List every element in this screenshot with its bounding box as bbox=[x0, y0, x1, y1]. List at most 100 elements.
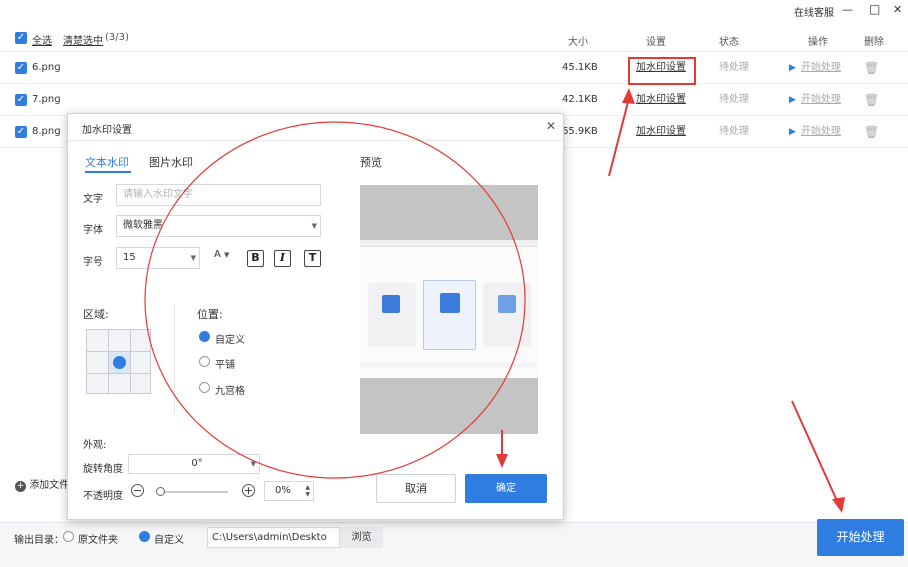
watermark-text-input[interactable]: 请输入水印文字 bbox=[116, 184, 321, 206]
position-grid-radio[interactable] bbox=[199, 382, 210, 393]
column-settings: 设置 bbox=[646, 37, 666, 48]
rotation-select[interactable]: 0° ▼ bbox=[128, 454, 260, 474]
file-name: 8.png bbox=[32, 126, 61, 137]
start-row-link[interactable]: 开始处理 bbox=[801, 84, 841, 116]
opacity-slider-track[interactable] bbox=[156, 491, 228, 493]
pdf-icon bbox=[498, 295, 516, 313]
output-path-field[interactable]: C:\Users\admin\Deskto bbox=[207, 527, 340, 548]
annotation-arrow-line bbox=[791, 400, 839, 504]
trash-icon[interactable]: 🗑 bbox=[864, 84, 879, 116]
row-checkbox[interactable]: ✓ bbox=[15, 126, 27, 138]
region-label: 区域: bbox=[83, 308, 109, 321]
chevron-down-icon: ▼ bbox=[250, 460, 256, 468]
watermark-settings-link[interactable]: 加水印设置 bbox=[636, 116, 686, 148]
watermark-dialog: 加水印设置 ✕ 文本水印 图片水印 文字 请输入水印文字 字体 微软雅黑 ▼ 字… bbox=[67, 113, 564, 520]
italic-button[interactable]: I bbox=[274, 250, 291, 267]
file-name: 7.png bbox=[32, 94, 61, 105]
pdf-icon bbox=[440, 293, 460, 313]
text-style-button[interactable]: T bbox=[304, 250, 321, 267]
table-row: ✓ 6.png 45.1KB 加水印设置 待处理 ▶ 开始处理 🗑 bbox=[0, 52, 908, 84]
position-tile-radio[interactable] bbox=[199, 356, 210, 367]
play-icon[interactable]: ▶ bbox=[789, 84, 796, 116]
online-service-link[interactable]: 在线客服 bbox=[794, 4, 834, 19]
output-dir-label: 输出目录： bbox=[14, 535, 64, 546]
appearance-label: 外观: bbox=[83, 440, 107, 451]
column-delete: 删除 bbox=[864, 37, 884, 48]
watermark-settings-link[interactable]: 加水印设置 bbox=[636, 84, 686, 116]
vertical-divider bbox=[174, 304, 175, 414]
size-label: 字号 bbox=[83, 257, 103, 268]
preview-window-bar bbox=[360, 240, 538, 247]
dialog-titlebar: 加水印设置 ✕ bbox=[68, 114, 563, 141]
font-color-picker[interactable]: A ▼ bbox=[214, 249, 229, 260]
add-file-button[interactable]: + 添加文件 bbox=[15, 476, 69, 492]
text-label: 文字 bbox=[83, 194, 103, 205]
opacity-value: 0% bbox=[275, 485, 291, 496]
font-size-select[interactable]: 15 ▼ bbox=[116, 247, 200, 269]
font-value: 微软雅黑 bbox=[123, 220, 163, 231]
close-button[interactable]: ✕ bbox=[893, 3, 902, 16]
minimize-button[interactable]: — bbox=[842, 3, 853, 16]
region-grid[interactable] bbox=[86, 329, 151, 394]
trash-icon[interactable]: 🗑 bbox=[864, 52, 879, 84]
titlebar: 在线客服 — □ ✕ bbox=[0, 0, 908, 22]
dialog-title: 加水印设置 bbox=[82, 125, 132, 136]
status-text: 待处理 bbox=[719, 62, 749, 73]
annotation-arrowhead bbox=[832, 497, 845, 513]
font-color-glyph: A bbox=[214, 249, 221, 260]
selected-count: (3/3) bbox=[105, 32, 129, 43]
column-size: 大小 bbox=[568, 37, 588, 48]
custom-folder-radio[interactable] bbox=[139, 531, 150, 542]
select-all-checkbox[interactable]: ✓ bbox=[15, 32, 27, 44]
rotation-value: 0° bbox=[191, 458, 203, 469]
tab-active-underline bbox=[85, 171, 131, 173]
maximize-button[interactable]: □ bbox=[869, 2, 880, 16]
clear-selected-link[interactable]: 清楚选中 bbox=[63, 32, 103, 47]
region-marker[interactable] bbox=[113, 356, 126, 369]
list-header: ✓ 全选 清楚选中 (3/3) bbox=[0, 24, 908, 52]
dialog-close-icon[interactable]: ✕ bbox=[546, 119, 556, 133]
source-folder-label: 原文件夹 bbox=[78, 535, 118, 546]
position-custom-radio[interactable] bbox=[199, 331, 210, 342]
opacity-slider-handle[interactable] bbox=[156, 487, 165, 496]
bold-button[interactable]: B bbox=[247, 250, 264, 267]
play-icon[interactable]: ▶ bbox=[789, 52, 796, 84]
grid-line bbox=[87, 373, 150, 374]
start-row-link[interactable]: 开始处理 bbox=[801, 116, 841, 148]
position-custom-label: 自定义 bbox=[215, 335, 245, 346]
tab-text-watermark[interactable]: 文本水印 bbox=[85, 154, 129, 170]
chevron-down-icon: ▼ bbox=[224, 251, 230, 259]
preview-image bbox=[360, 240, 538, 378]
start-processing-button[interactable]: 开始处理 bbox=[817, 519, 904, 556]
position-label: 位置: bbox=[197, 308, 223, 321]
browse-button[interactable]: 浏览 bbox=[340, 527, 383, 548]
tab-image-watermark[interactable]: 图片水印 bbox=[149, 154, 193, 170]
play-icon[interactable]: ▶ bbox=[789, 116, 796, 148]
opacity-decrease-button[interactable]: − bbox=[131, 484, 144, 497]
column-status: 状态 bbox=[719, 37, 739, 48]
status-text: 待处理 bbox=[719, 126, 749, 137]
confirm-button[interactable]: 确定 bbox=[465, 474, 547, 503]
chevron-down-icon: ▼ bbox=[311, 222, 317, 230]
status-text: 待处理 bbox=[719, 94, 749, 105]
font-select[interactable]: 微软雅黑 ▼ bbox=[116, 215, 321, 237]
trash-icon[interactable]: 🗑 bbox=[864, 116, 879, 148]
opacity-increase-button[interactable]: + bbox=[242, 484, 255, 497]
source-folder-radio[interactable] bbox=[63, 531, 74, 542]
preview-card bbox=[368, 283, 416, 347]
custom-folder-label: 自定义 bbox=[154, 535, 184, 546]
cancel-button[interactable]: 取消 bbox=[376, 474, 456, 503]
file-size: 42.1KB bbox=[562, 94, 598, 105]
table-row: ✓ 7.png 42.1KB 加水印设置 待处理 ▶ 开始处理 🗑 bbox=[0, 84, 908, 116]
start-row-link[interactable]: 开始处理 bbox=[801, 52, 841, 84]
opacity-input[interactable]: 0% ▲ ▼ bbox=[264, 481, 314, 501]
preview-area bbox=[360, 185, 538, 434]
row-checkbox[interactable]: ✓ bbox=[15, 62, 27, 74]
select-all-link[interactable]: 全选 bbox=[32, 32, 52, 47]
stepper-icon[interactable]: ▲ ▼ bbox=[305, 484, 310, 498]
row-checkbox[interactable]: ✓ bbox=[15, 94, 27, 106]
preview-card-selected bbox=[423, 280, 476, 350]
font-label: 字体 bbox=[83, 225, 103, 236]
preview-label: 预览 bbox=[360, 156, 382, 169]
grid-line bbox=[130, 330, 131, 393]
